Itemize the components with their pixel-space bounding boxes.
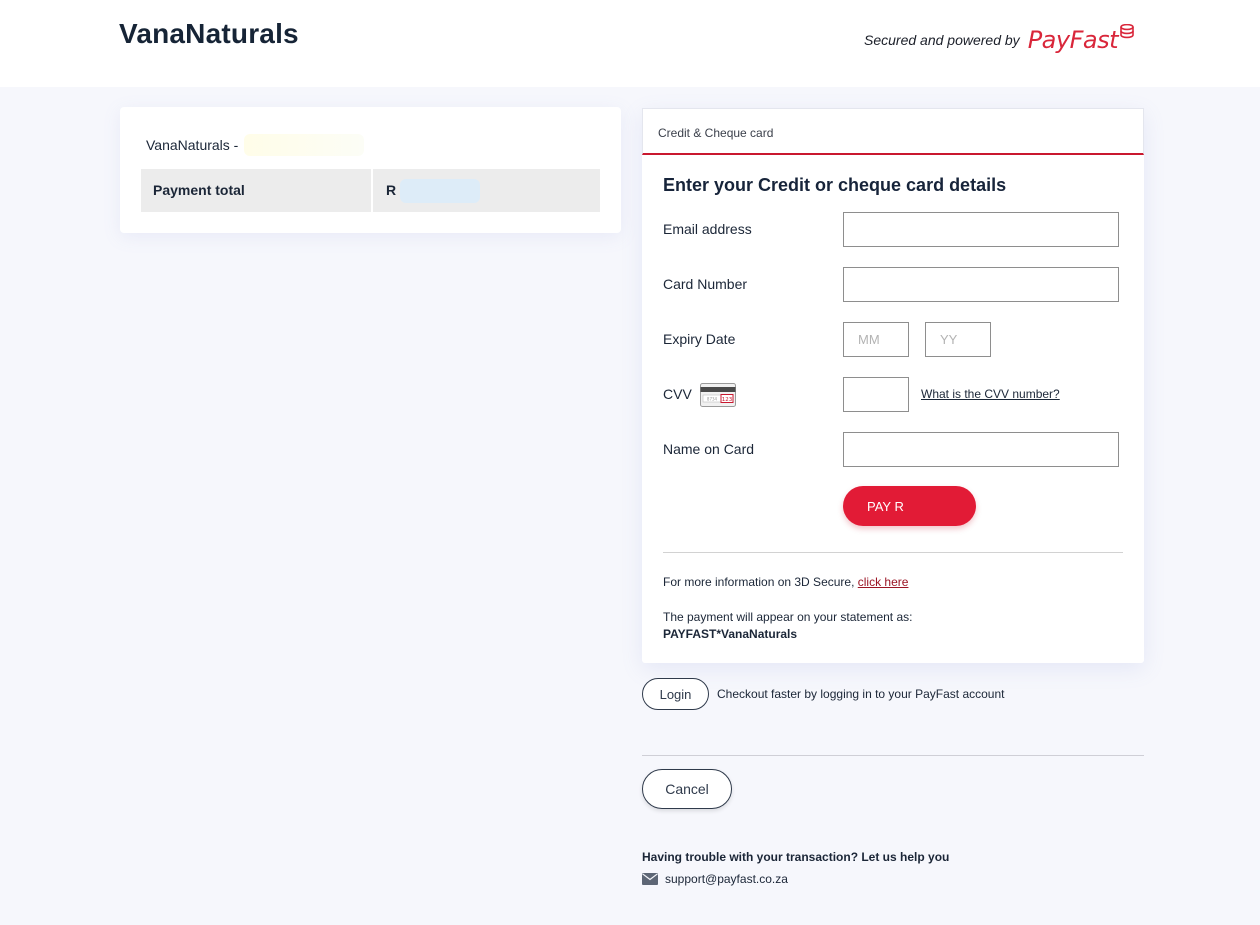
brand-name: VanaNaturals — [119, 18, 299, 49]
merchant-line: VanaNaturals - — [146, 134, 365, 156]
statement-info: The payment will appear on your statemen… — [663, 609, 912, 643]
form-heading: Enter your Credit or cheque card details — [663, 175, 1007, 195]
email-field[interactable] — [843, 212, 1119, 247]
top-header: VanaNaturals Secured and powered by PayF… — [0, 0, 1260, 87]
card-cvv-icon: 123 8734 — [700, 383, 736, 407]
cvv-field[interactable] — [843, 377, 909, 412]
card-number-field[interactable] — [843, 267, 1119, 302]
svg-text:123: 123 — [722, 397, 733, 403]
tab-credit-card-label: Credit & Cheque card — [658, 126, 774, 140]
pay-button[interactable]: PAY R — [843, 486, 976, 526]
envelope-icon — [642, 873, 658, 885]
redacted-amount — [400, 178, 481, 203]
3d-secure-info: For more information on 3D Secure, click… — [663, 575, 908, 589]
payment-form-card: Credit & Cheque card Enter your Credit o… — [642, 108, 1144, 663]
payment-total-currency: R — [386, 182, 397, 198]
name-on-card-label: Name on Card — [663, 441, 755, 457]
3d-secure-link[interactable]: click here — [858, 575, 909, 589]
card-number-label: Card Number — [663, 276, 748, 292]
merchant-name: VanaNaturals - — [146, 137, 239, 153]
statement-name: PAYFAST*VanaNaturals — [663, 627, 798, 641]
expiry-year-field[interactable] — [925, 322, 991, 357]
payfast-coins-icon — [1120, 24, 1134, 39]
payment-total-row: Payment total R — [141, 169, 600, 212]
statement-text: The payment will appear on your statemen… — [663, 610, 913, 624]
login-prompt: Checkout faster by logging in to your Pa… — [717, 687, 1005, 701]
help-heading: Having trouble with your transaction? Le… — [642, 850, 950, 864]
payment-total-label: Payment total — [141, 169, 373, 212]
secured-text: Secured and powered by — [864, 32, 1020, 48]
expiry-label: Expiry Date — [663, 331, 736, 347]
email-label: Email address — [663, 221, 752, 237]
payfast-logo-text: PayFast — [1027, 26, 1119, 54]
support-contact[interactable]: support@payfast.co.za — [642, 872, 788, 886]
svg-text:8734: 8734 — [707, 397, 718, 402]
form-divider — [663, 552, 1123, 553]
expiry-month-field[interactable] — [843, 322, 909, 357]
3d-secure-text: For more information on 3D Secure, — [663, 575, 855, 589]
cvv-help-link[interactable]: What is the CVV number? — [921, 387, 1060, 401]
redacted-reference — [244, 134, 365, 156]
order-summary-card: VanaNaturals - Payment total R — [120, 107, 621, 233]
name-on-card-field[interactable] — [843, 432, 1119, 467]
payment-total-value: R — [373, 169, 600, 212]
payfast-logo: PayFast — [1027, 24, 1134, 54]
login-button[interactable]: Login — [642, 678, 709, 710]
secured-by: Secured and powered by PayFast — [864, 24, 1134, 54]
cancel-button[interactable]: Cancel — [642, 769, 732, 809]
footer-divider — [642, 755, 1144, 756]
cvv-label: CVV — [663, 386, 692, 402]
tab-credit-card[interactable]: Credit & Cheque card — [642, 108, 1144, 155]
support-email[interactable]: support@payfast.co.za — [665, 872, 788, 886]
